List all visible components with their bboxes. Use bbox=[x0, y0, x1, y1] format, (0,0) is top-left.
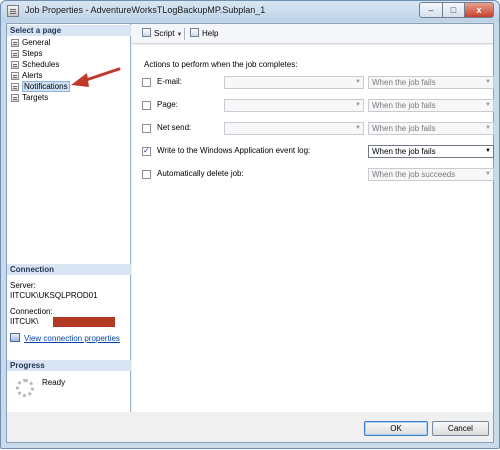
annotation-arrow-icon bbox=[71, 67, 121, 87]
job-properties-window: Job Properties - AdventureWorksTLogBacku… bbox=[0, 0, 500, 449]
